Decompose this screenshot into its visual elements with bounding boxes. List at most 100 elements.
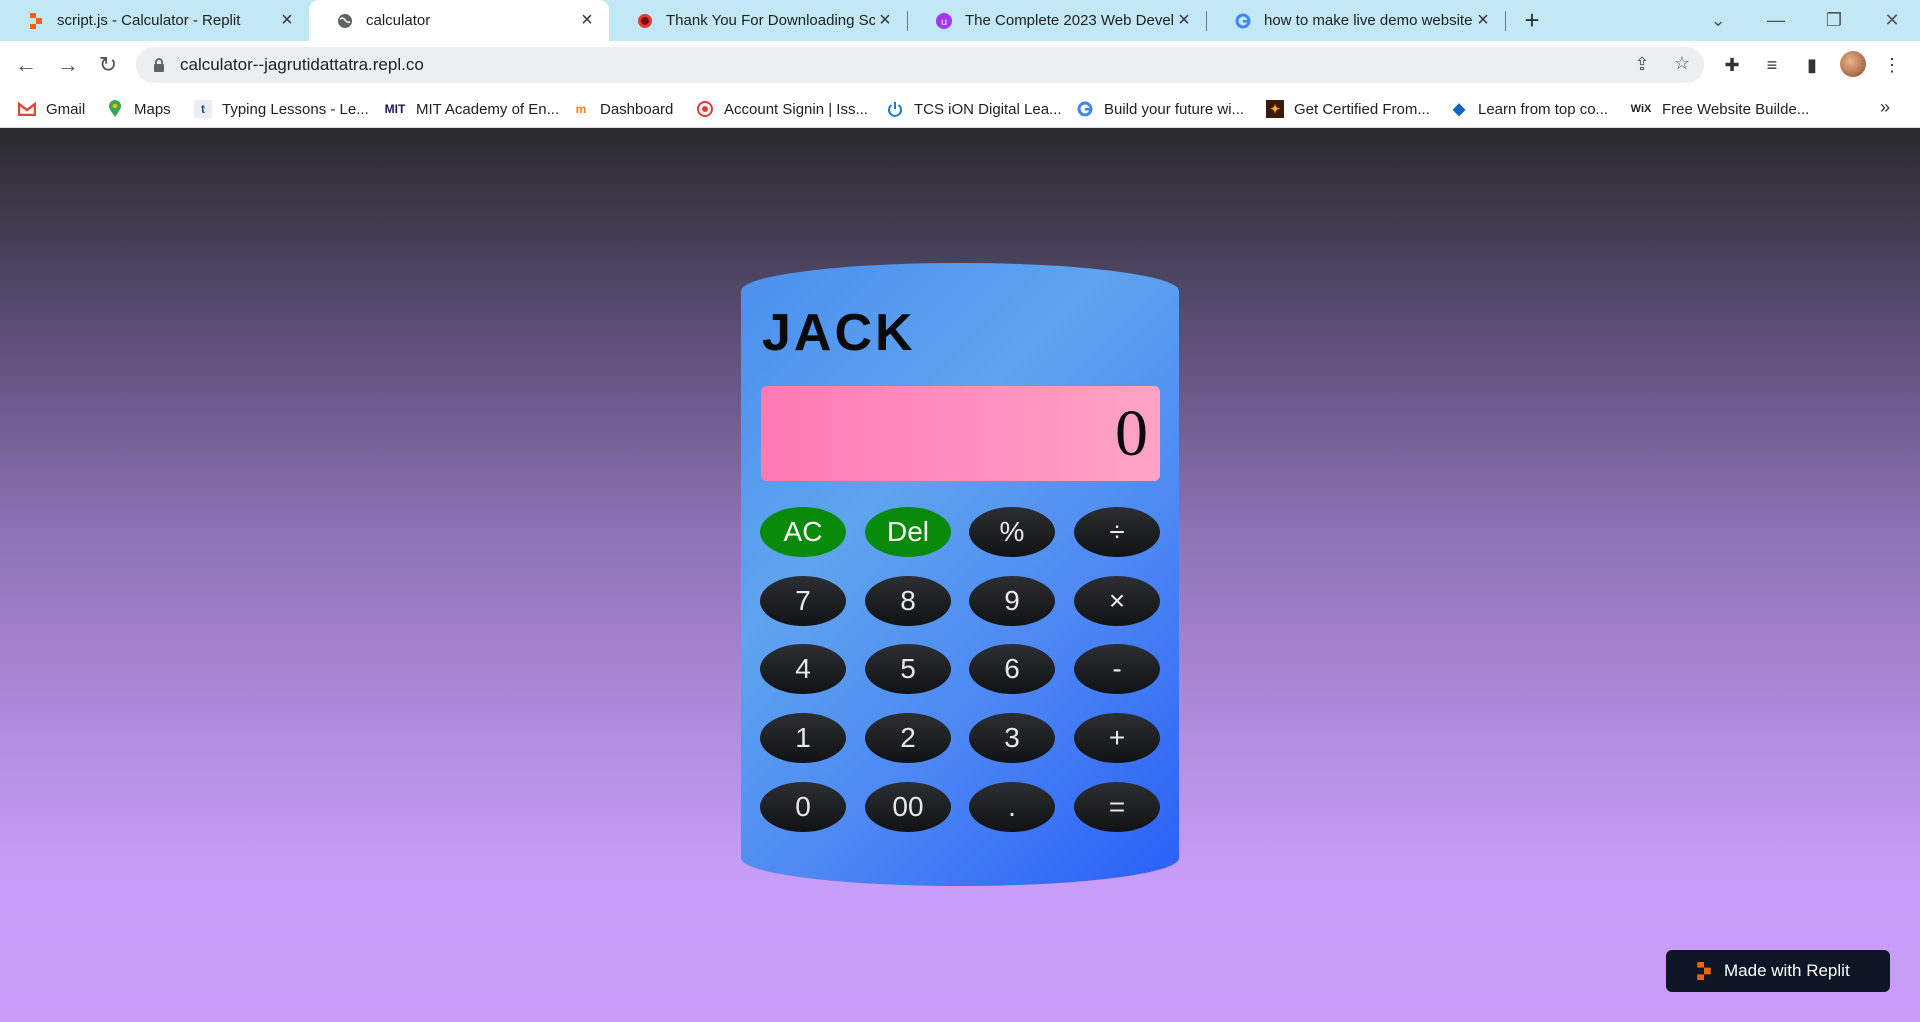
address-bar[interactable]: calculator--jagrutidattatra.repl.co	[136, 47, 1704, 83]
bookmarks-bar: Gmail Maps t Typing Lessons - Le... MIT …	[0, 89, 1920, 128]
key-8[interactable]: 8	[865, 576, 951, 626]
key-decimal[interactable]: .	[969, 782, 1055, 832]
bookmark-maps[interactable]: Maps	[106, 97, 171, 121]
tab-title: The Complete 2023 Web Develop	[965, 12, 1174, 29]
menu-kebab-icon[interactable]: ⋮	[1880, 53, 1904, 77]
close-icon[interactable]: ×	[277, 9, 297, 31]
tab-calculator[interactable]: calculator ×	[309, 0, 609, 41]
close-icon[interactable]: ×	[1174, 9, 1194, 31]
key-3[interactable]: 3	[969, 713, 1055, 763]
bookmark-label: Learn from top co...	[1478, 100, 1609, 118]
svg-text:u: u	[941, 17, 947, 28]
mit-icon: MIT	[384, 102, 406, 116]
maps-icon	[106, 100, 124, 118]
key-subtract[interactable]: -	[1074, 644, 1160, 694]
bookmark-label: Dashboard	[600, 100, 674, 118]
badge-label: Made with Replit	[1724, 961, 1850, 980]
tab-screen-recorder[interactable]: Thank You For Downloading Scre ×	[609, 0, 907, 41]
restore-icon[interactable]: ❐	[1806, 0, 1862, 41]
moodle-icon: m	[575, 102, 587, 116]
key-add[interactable]: +	[1074, 713, 1160, 763]
key-5[interactable]: 5	[865, 644, 951, 694]
bookmark-label: Typing Lessons - Le...	[222, 100, 369, 118]
url-text: calculator--jagrutidattatra.repl.co	[180, 55, 424, 74]
bookmark-label: Maps	[134, 100, 171, 118]
bookmark-label: Account Signin | Iss...	[724, 100, 868, 118]
page-viewport: JACK 0 AC Del % ÷ 7 8 9 × 4 5 6 - 1 2 3 …	[0, 128, 1920, 1022]
keypad: AC Del % ÷ 7 8 9 × 4 5 6 - 1 2 3 + 0 00 …	[760, 507, 1162, 843]
wix-icon: WiX	[1630, 103, 1652, 115]
lock-icon	[152, 58, 166, 72]
extensions-icon[interactable]: ✚	[1720, 53, 1744, 77]
tab-separator	[1505, 11, 1506, 31]
bookmarks-overflow-icon[interactable]: »	[1880, 97, 1890, 118]
typing-icon: t	[194, 100, 212, 118]
tab-title: Thank You For Downloading Scre	[666, 12, 875, 29]
google-icon	[1234, 12, 1252, 30]
bookmark-mit[interactable]: MIT MIT Academy of En...	[384, 97, 559, 121]
tab-strip: script.js - Calculator - Replit × calcul…	[0, 0, 1920, 41]
bookmark-label: Free Website Builde...	[1662, 100, 1810, 118]
key-equals[interactable]: =	[1074, 782, 1160, 832]
key-7[interactable]: 7	[760, 576, 846, 626]
bookmark-star-icon[interactable]: ☆	[1672, 53, 1692, 73]
share-icon[interactable]: ⇪	[1632, 54, 1652, 74]
close-icon[interactable]: ×	[577, 9, 597, 31]
key-delete[interactable]: Del	[865, 507, 951, 557]
key-1[interactable]: 1	[760, 713, 846, 763]
bookmark-label: Gmail	[46, 100, 86, 118]
bookmark-account-signin[interactable]: Account Signin | Iss...	[696, 97, 868, 121]
media-controls-icon[interactable]: ≡	[1760, 53, 1784, 77]
bookmark-wix[interactable]: WiX Free Website Builde...	[1630, 97, 1810, 121]
tab-title: how to make live demo website	[1264, 12, 1473, 29]
key-multiply[interactable]: ×	[1074, 576, 1160, 626]
key-divide[interactable]: ÷	[1074, 507, 1160, 557]
forward-arrow-icon[interactable]: →	[52, 49, 84, 81]
udemy-icon: u	[935, 12, 953, 30]
replit-icon	[27, 12, 45, 30]
window-close-icon[interactable]: ✕	[1864, 0, 1920, 41]
gmail-icon	[18, 100, 36, 118]
bookmark-dashboard[interactable]: m Dashboard	[572, 97, 674, 121]
made-with-replit-badge[interactable]: Made with Replit	[1666, 950, 1890, 992]
display-value: 0	[1115, 396, 1148, 470]
key-9[interactable]: 9	[969, 576, 1055, 626]
key-all-clear[interactable]: AC	[760, 507, 846, 557]
bookmark-gmail[interactable]: Gmail	[18, 97, 85, 121]
key-00[interactable]: 00	[865, 782, 951, 832]
tab-google-search[interactable]: how to make live demo website ×	[1207, 0, 1505, 41]
bookmark-label: Get Certified From...	[1294, 100, 1430, 118]
key-percent[interactable]: %	[969, 507, 1055, 557]
screen-recorder-icon	[636, 12, 654, 30]
profile-avatar[interactable]	[1840, 51, 1866, 77]
bookmark-learn-top[interactable]: ◆ Learn from top co...	[1450, 97, 1608, 121]
key-6[interactable]: 6	[969, 644, 1055, 694]
target-icon	[696, 100, 714, 118]
close-icon[interactable]: ×	[875, 9, 895, 31]
back-arrow-icon[interactable]: ←	[10, 49, 42, 81]
bookmark-typing-lessons[interactable]: t Typing Lessons - Le...	[194, 97, 369, 121]
bookmark-tcs-ion[interactable]: TCS iON Digital Lea...	[886, 97, 1062, 121]
tab-replit-script[interactable]: script.js - Calculator - Replit ×	[0, 0, 309, 41]
minimize-icon[interactable]: —	[1748, 0, 1804, 41]
tab-search-chevron-icon[interactable]: ⌄	[1690, 0, 1746, 41]
calculator-brand: JACK	[762, 304, 916, 362]
power-icon	[886, 100, 904, 118]
new-tab-button[interactable]: +	[1518, 5, 1546, 35]
globe-icon	[336, 12, 354, 30]
bookmark-label: TCS iON Digital Lea...	[914, 100, 1062, 118]
close-icon[interactable]: ×	[1473, 9, 1493, 31]
key-2[interactable]: 2	[865, 713, 951, 763]
diamond-icon: ◆	[1452, 101, 1466, 118]
google-icon	[1076, 100, 1094, 118]
replit-icon	[1694, 961, 1714, 981]
calculator-display: 0	[761, 386, 1160, 481]
tab-udemy[interactable]: u The Complete 2023 Web Develop ×	[908, 0, 1206, 41]
key-4[interactable]: 4	[760, 644, 846, 694]
bookmark-get-certified[interactable]: ✦ Get Certified From...	[1266, 97, 1430, 121]
side-panel-icon[interactable]: ▮	[1800, 53, 1824, 77]
key-0[interactable]: 0	[760, 782, 846, 832]
tab-title: script.js - Calculator - Replit	[57, 12, 241, 29]
bookmark-build-future[interactable]: Build your future wi...	[1076, 97, 1244, 121]
reload-icon[interactable]: ↻	[92, 49, 124, 81]
